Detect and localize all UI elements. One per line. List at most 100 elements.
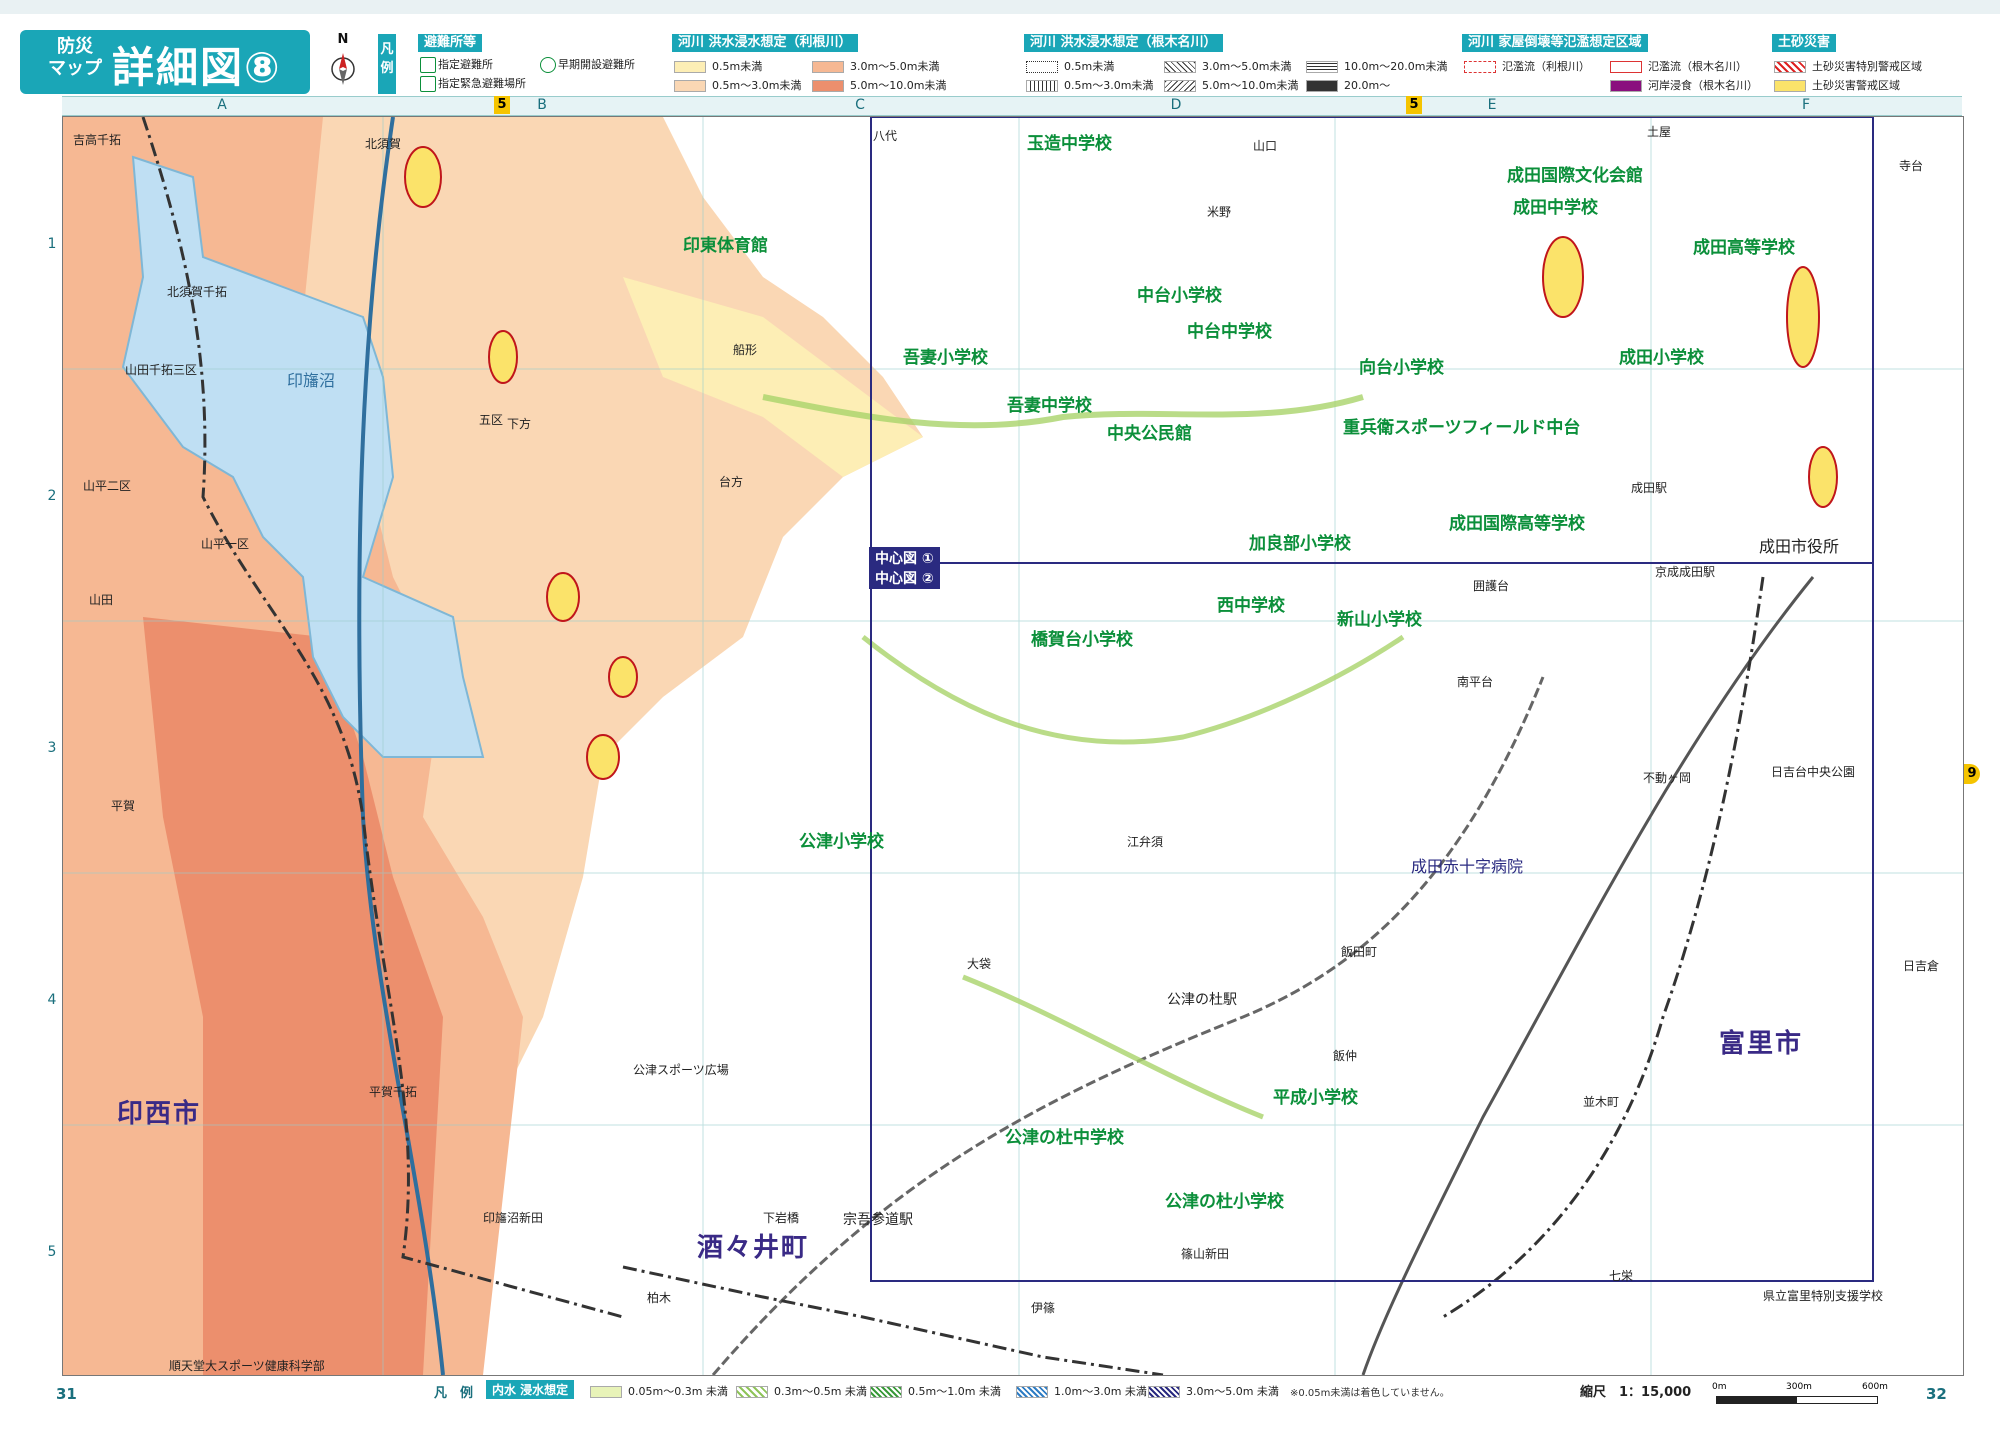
facility-narita-jhs[interactable]: 成田中学校 xyxy=(1513,193,1598,218)
early-open-shelter-icon xyxy=(540,57,556,73)
place-32: 県立富里特別支援学校 xyxy=(1763,1289,1884,1303)
place-22: 飯仲 xyxy=(1333,1049,1358,1063)
footer-inner-3: 0.5m～1.0m 未満 xyxy=(870,1383,1001,1399)
legend-label: 凡 例 xyxy=(378,34,396,94)
legend-collapse-2-label: 氾濫流（根木名川） xyxy=(1648,60,1747,73)
title-big: 詳細図⑧ xyxy=(112,43,282,92)
facility-kozunomori-es[interactable]: 公津の杜小学校 xyxy=(1165,1187,1284,1212)
place-lake: 印旛沼 xyxy=(287,371,336,390)
tone-swatch-1 xyxy=(674,61,706,73)
place-21: 飯田町 xyxy=(1341,945,1378,959)
place-8: 平賀 xyxy=(111,799,136,813)
legend-neki-2-label: 0.5m～3.0m未満 xyxy=(1064,79,1154,92)
place-36: 順天堂大スポーツ健康科学部 xyxy=(169,1359,325,1373)
facility-heisei-es[interactable]: 平成小学校 xyxy=(1273,1083,1358,1108)
place-1: 北須賀 xyxy=(365,137,402,151)
place-44: 寺台 xyxy=(1899,159,1924,173)
facility-narita-es[interactable]: 成田小学校 xyxy=(1619,343,1704,368)
legend-sediment-1: 土砂災害特別警戒区域 xyxy=(1774,58,1922,74)
facility-shinyama-es[interactable]: 新山小学校 xyxy=(1337,605,1422,630)
place-19: 江弁須 xyxy=(1127,835,1164,849)
scale-label: 縮尺 1：15,000 xyxy=(1580,1385,1692,1400)
title-small: 防災 マップ xyxy=(48,36,102,79)
legend-neki-3: 3.0m～5.0m未満 xyxy=(1164,58,1291,74)
legend-tone-1: 0.5m未満 xyxy=(674,58,762,74)
inner-swatch-2 xyxy=(736,1386,768,1398)
place-17: 公津の杜駅 xyxy=(1167,992,1237,1008)
place-25: 囲護台 xyxy=(1473,579,1510,593)
place-39: 成田駅 xyxy=(1631,481,1668,495)
legend-shelter-1-label: 指定避難所 xyxy=(438,58,493,71)
legend-neki-5-label: 10.0m～20.0m未満 xyxy=(1344,60,1448,73)
grid-col-c: C xyxy=(855,97,865,113)
facility-kozu-es[interactable]: 公津小学校 xyxy=(799,827,884,852)
page-ref-9[interactable]: 9 xyxy=(1964,764,1980,784)
legend-tone-3: 3.0m～5.0m未満 xyxy=(812,58,939,74)
facility-azuma-jhs[interactable]: 吾妻中学校 xyxy=(1007,391,1092,416)
facility-narita-kokusai-hs[interactable]: 成田国際高等学校 xyxy=(1449,509,1585,534)
scale-tick-0: 0m xyxy=(1712,1382,1727,1392)
inner-swatch-3 xyxy=(870,1386,902,1398)
place-38: 日吉倉 xyxy=(1903,959,1940,973)
grid-row-4: 4 xyxy=(47,992,57,1008)
facility-kozunomori-jhs[interactable]: 公津の杜中学校 xyxy=(1005,1123,1124,1148)
map-title-box: 防災 マップ 詳細図⑧ xyxy=(20,30,310,94)
facility-narita-hs[interactable]: 成田高等学校 xyxy=(1693,233,1795,258)
place-33: 平賀千拓 xyxy=(369,1085,418,1099)
collapse-swatch-2 xyxy=(1610,61,1642,73)
place-20: 大袋 xyxy=(967,957,992,971)
facility-into-gym[interactable]: 印東体育館 xyxy=(683,231,768,256)
place-42: 八代 xyxy=(873,129,898,143)
place-0: 吉高千拓 xyxy=(73,133,122,147)
facility-nishi-jhs[interactable]: 西中学校 xyxy=(1217,591,1285,616)
grid-col-a: A xyxy=(217,97,227,113)
legend-collapse-1-label: 氾濫流（利根川） xyxy=(1502,60,1590,73)
grid-col-e: E xyxy=(1487,97,1497,113)
legend-tone-2-label: 0.5m～3.0m未満 xyxy=(712,79,802,92)
legend-collapse-head: 河川 家屋倒壊等氾濫想定区域 xyxy=(1462,34,1648,52)
top-decor-band xyxy=(0,0,2000,14)
center-map-1-label[interactable]: 中心図 ① xyxy=(869,547,940,569)
footer-inner-2: 0.3m～0.5m 未満 xyxy=(736,1383,867,1399)
legend-neki-head: 河川 洪水浸水想定（根木名川） xyxy=(1024,34,1223,52)
facility-tamatsukuri-jhs[interactable]: 玉造中学校 xyxy=(1027,129,1112,154)
facility-chuo-kominkan[interactable]: 中央公民館 xyxy=(1107,419,1192,444)
footer-inner-5: 3.0m～5.0m 未満 xyxy=(1148,1383,1279,1399)
collapse-swatch-1 xyxy=(1464,61,1496,73)
legend-neki-4: 5.0m～10.0m未満 xyxy=(1164,77,1298,93)
facility-nakadai-es[interactable]: 中台小学校 xyxy=(1137,281,1222,306)
legend-shelter-1: 指定避難所 xyxy=(420,56,493,73)
facility-karabe-es[interactable]: 加良部小学校 xyxy=(1249,529,1351,554)
legend-collapse-1: 氾濫流（利根川） xyxy=(1464,58,1590,74)
place-18: 宗吾参道駅 xyxy=(843,1212,913,1228)
facility-kokusai-bunka-kaikan[interactable]: 成田国際文化会館 xyxy=(1507,161,1643,186)
neki-swatch-4 xyxy=(1164,80,1196,92)
grid-row-3: 3 xyxy=(47,740,57,756)
facility-mukodai-es[interactable]: 向台小学校 xyxy=(1359,353,1444,378)
footer-inner-3-label: 0.5m～1.0m 未満 xyxy=(908,1385,1001,1398)
legend-neki-6: 20.0m～ xyxy=(1306,77,1390,93)
place-5: 山平二区 xyxy=(83,479,132,493)
place-11: 五区 xyxy=(479,413,504,427)
inner-swatch-4 xyxy=(1016,1386,1048,1398)
facility-jubee-sports-field[interactable]: 重兵衛スポーツフィールド中台 xyxy=(1343,413,1580,438)
legend-neki-5: 10.0m～20.0m未満 xyxy=(1306,58,1447,74)
legend-shelter-2-label: 指定緊急避難場所 xyxy=(438,77,526,90)
legend-tone-4: 5.0m～10.0m未満 xyxy=(812,77,946,93)
legend-collapse-2: 氾濫流（根木名川） xyxy=(1610,58,1747,74)
neki-swatch-5 xyxy=(1306,61,1338,73)
page-ref-5-left[interactable]: 5 xyxy=(494,96,510,114)
facility-kyogadai-es[interactable]: 橋賀台小学校 xyxy=(1031,625,1133,650)
place-4: 山田千拓三区 xyxy=(125,363,198,377)
page-ref-5-right[interactable]: 5 xyxy=(1406,96,1422,114)
place-37: 公津スポーツ広場 xyxy=(633,1063,729,1077)
facility-nakadai-jhs[interactable]: 中台中学校 xyxy=(1187,317,1272,342)
neki-swatch-1 xyxy=(1026,61,1058,73)
hazard-map[interactable]: 印西市 酒々井町 富里市 中心図 ① 中心図 ② 玉造中学校 成田国際文化会館 … xyxy=(62,116,1964,1376)
facility-azuma-es[interactable]: 吾妻小学校 xyxy=(903,343,988,368)
tone-swatch-3 xyxy=(812,61,844,73)
center-map-2-label[interactable]: 中心図 ② xyxy=(869,567,940,589)
grid-col-f: F xyxy=(1801,97,1811,113)
place-14: 成田赤十字病院 xyxy=(1411,857,1524,876)
neki-swatch-3 xyxy=(1164,61,1196,73)
